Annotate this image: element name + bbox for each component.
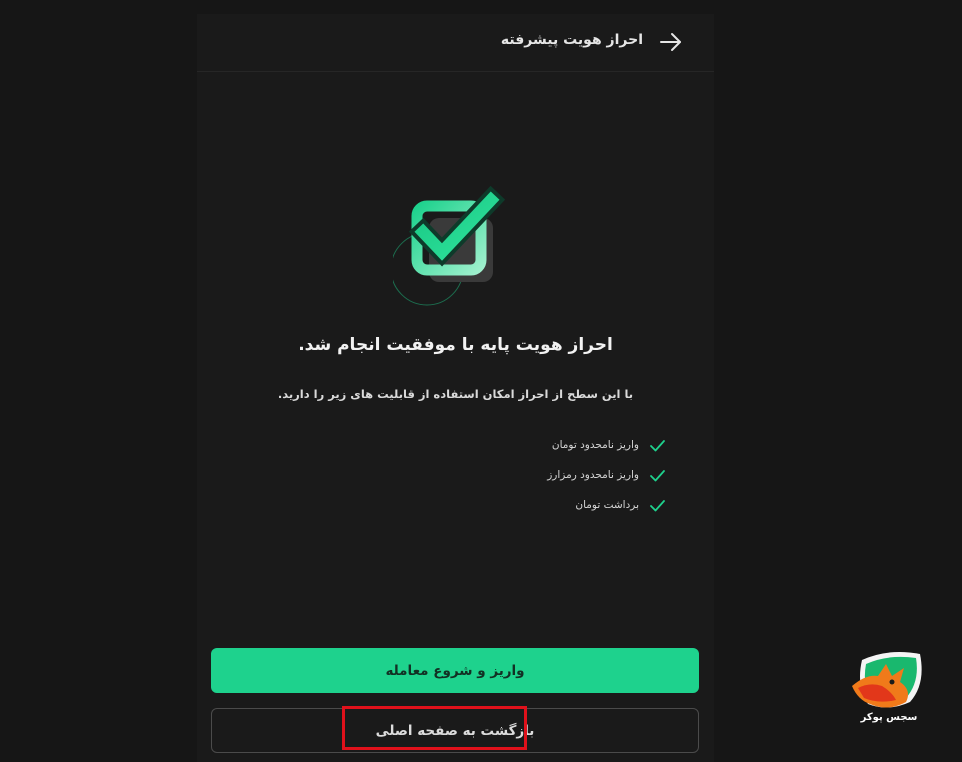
feature-label: برداشت تومان: [575, 499, 639, 511]
deposit-and-trade-button[interactable]: واریز و شروع معامله: [211, 648, 699, 693]
feature-label: واریز نامحدود تومان: [551, 439, 639, 451]
back-to-home-button[interactable]: بازگشت به صفحه اصلی: [211, 708, 699, 753]
watermark-text: سجس پوکر: [860, 712, 918, 723]
check-icon: [650, 499, 665, 511]
checkbox-success-icon: [393, 186, 506, 306]
feature-label: واریز نامحدود رمزارز: [547, 469, 639, 481]
check-icon: [650, 469, 665, 481]
identity-panel: احراز هویت پیشرفته احراز هویت پایه با مو…: [197, 14, 714, 762]
list-item: برداشت تومان: [466, 490, 666, 520]
arrow-right-icon[interactable]: [658, 31, 684, 53]
check-icon: [650, 439, 665, 451]
feature-list: واریز نامحدود تومان واریز نامحدود رمزارز…: [466, 430, 666, 520]
list-item: واریز نامحدود رمزارز: [466, 460, 666, 490]
success-title: احراز هویت پایه با موفقیت انجام شد.: [298, 335, 613, 355]
page-title: احراز هویت پیشرفته: [500, 32, 643, 48]
success-description: با این سطح از احراز امکان استفاده از قاب…: [277, 387, 634, 401]
page-header: احراز هویت پیشرفته: [197, 14, 714, 72]
list-item: واریز نامحدود تومان: [466, 430, 666, 460]
